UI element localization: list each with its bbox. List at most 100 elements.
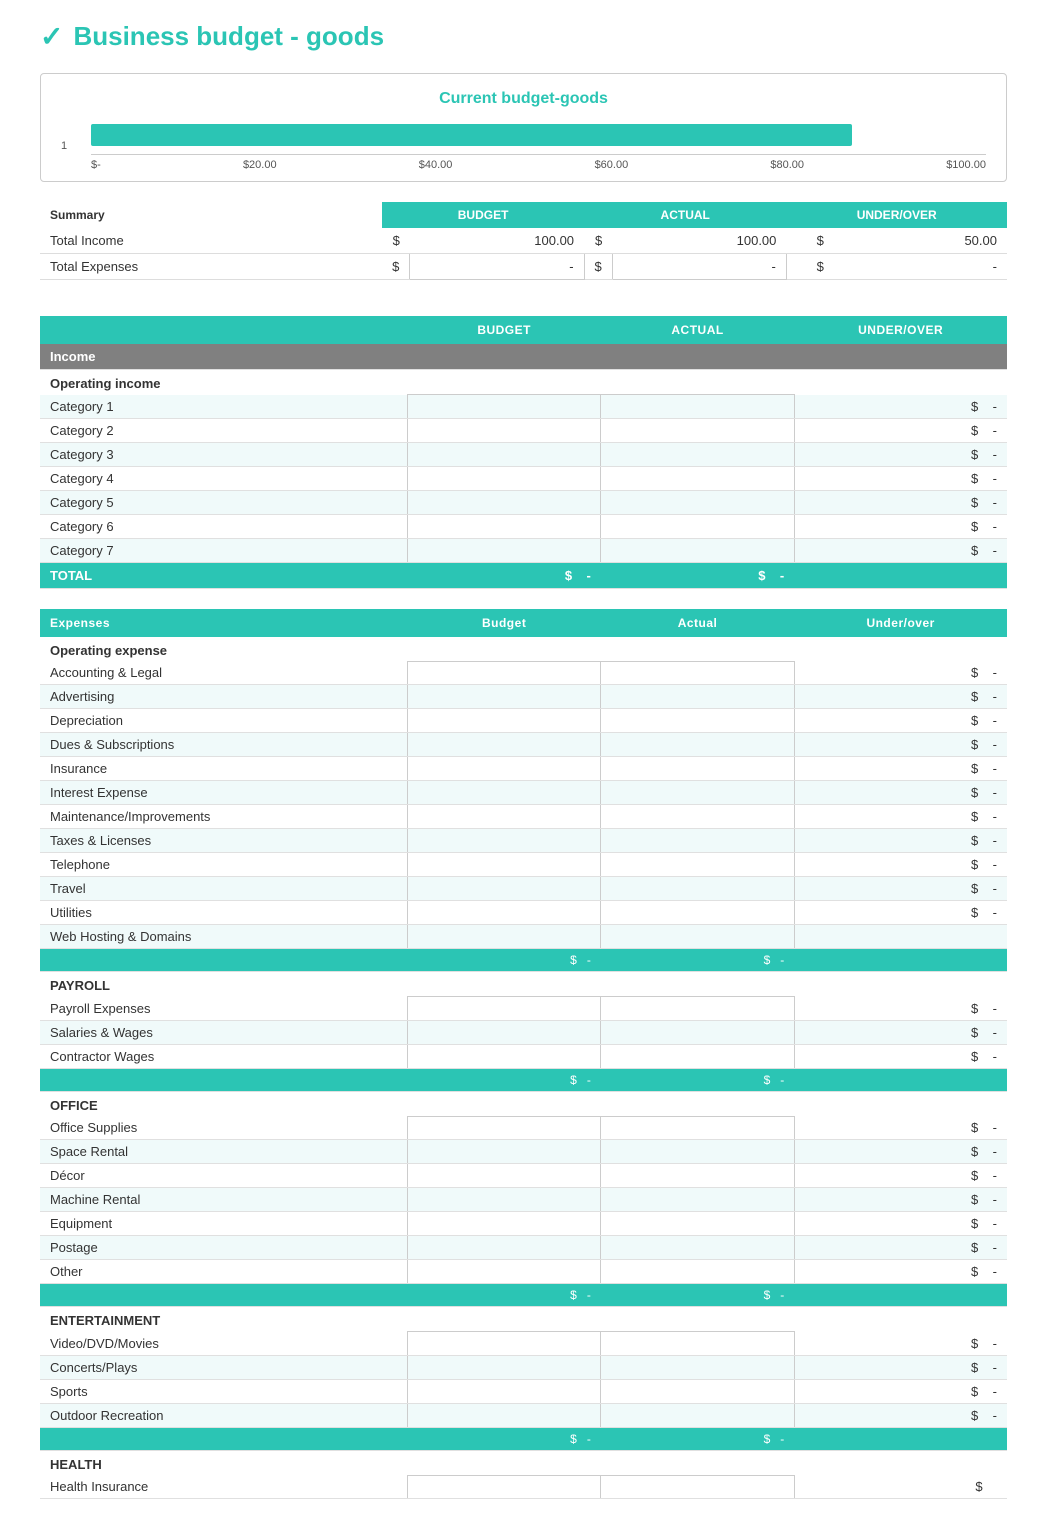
expense-machinerental-actual[interactable]	[601, 1188, 794, 1212]
expense-decor-budget[interactable]	[407, 1164, 600, 1188]
expense-contractorwages-label: Contractor Wages	[40, 1044, 407, 1068]
income-category-7-budget[interactable]	[407, 538, 600, 562]
expense-contractorwages-actual[interactable]	[601, 1044, 794, 1068]
office-subtotal-budget: $ -	[407, 1284, 600, 1307]
expense-equipment-label: Equipment	[40, 1212, 407, 1236]
income-category-2-budget[interactable]	[407, 418, 600, 442]
income-category-1-underover: $ -	[794, 395, 1007, 419]
expense-telephone-actual[interactable]	[601, 853, 794, 877]
income-category-row: Category 7 $ -	[40, 538, 1007, 562]
expense-taxes-budget[interactable]	[407, 829, 600, 853]
operating-subtotal-underover	[794, 949, 1007, 972]
income-section-label: Income	[40, 344, 1007, 370]
income-category-5-budget[interactable]	[407, 490, 600, 514]
expense-row: Health Insurance $	[40, 1475, 1007, 1499]
expense-accounting-actual[interactable]	[601, 661, 794, 685]
income-category-3-budget[interactable]	[407, 442, 600, 466]
expense-webhosting-actual[interactable]	[601, 925, 794, 949]
expense-outdoorrecreation-budget[interactable]	[407, 1403, 600, 1427]
expense-interest-actual[interactable]	[601, 781, 794, 805]
expense-spacerental-underover: $ -	[794, 1140, 1007, 1164]
income-category-1-actual[interactable]	[601, 395, 794, 419]
expense-machinerental-budget[interactable]	[407, 1188, 600, 1212]
expense-accounting-budget[interactable]	[407, 661, 600, 685]
expense-officesupplies-actual[interactable]	[601, 1116, 794, 1140]
income-category-3-underover: $ -	[794, 442, 1007, 466]
income-category-6-budget[interactable]	[407, 514, 600, 538]
expense-salaries-actual[interactable]	[601, 1020, 794, 1044]
chart-bar	[91, 124, 852, 146]
expense-utilities-budget[interactable]	[407, 901, 600, 925]
expense-maintenance-budget[interactable]	[407, 805, 600, 829]
expense-outdoorrecreation-actual[interactable]	[601, 1403, 794, 1427]
page-header: ✓ Business budget - goods	[40, 20, 1007, 53]
expense-postage-actual[interactable]	[601, 1236, 794, 1260]
income-category-4-budget[interactable]	[407, 466, 600, 490]
expense-sports-budget[interactable]	[407, 1379, 600, 1403]
expense-webhosting-budget[interactable]	[407, 925, 600, 949]
expense-travel-budget[interactable]	[407, 877, 600, 901]
income-category-7-underover: $ -	[794, 538, 1007, 562]
expense-decor-actual[interactable]	[601, 1164, 794, 1188]
health-header: HEALTH	[40, 1450, 1007, 1475]
expense-advertising-budget[interactable]	[407, 685, 600, 709]
office-header: OFFICE	[40, 1091, 1007, 1116]
expense-sports-actual[interactable]	[601, 1379, 794, 1403]
expense-officesupplies-budget[interactable]	[407, 1116, 600, 1140]
income-category-6-actual[interactable]	[601, 514, 794, 538]
expense-equipment-actual[interactable]	[601, 1212, 794, 1236]
income-total-actual: $ -	[601, 562, 794, 588]
expense-concerts-actual[interactable]	[601, 1355, 794, 1379]
expense-insurance-actual[interactable]	[601, 757, 794, 781]
expense-maintenance-actual[interactable]	[601, 805, 794, 829]
expense-dues-actual[interactable]	[601, 733, 794, 757]
expense-videodvd-actual[interactable]	[601, 1332, 794, 1356]
expense-dues-budget[interactable]	[407, 733, 600, 757]
income-category-3-actual[interactable]	[601, 442, 794, 466]
expense-utilities-actual[interactable]	[601, 901, 794, 925]
expense-travel-actual[interactable]	[601, 877, 794, 901]
expense-taxes-actual[interactable]	[601, 829, 794, 853]
x-label-3: $60.00	[595, 159, 629, 171]
income-category-4-label: Category 4	[40, 466, 407, 490]
expense-payrollexp-budget[interactable]	[407, 997, 600, 1021]
expense-healthinsurance-budget[interactable]	[407, 1475, 600, 1499]
expense-depreciation-actual[interactable]	[601, 709, 794, 733]
expense-concerts-budget[interactable]	[407, 1355, 600, 1379]
expense-salaries-budget[interactable]	[407, 1020, 600, 1044]
payroll-subtotal-actual: $ -	[601, 1068, 794, 1091]
income-category-1-budget[interactable]	[407, 395, 600, 419]
summary-expenses-actual-dollar: $	[584, 254, 612, 280]
expense-row: Payroll Expenses $ -	[40, 997, 1007, 1021]
expense-row: Outdoor Recreation $ -	[40, 1403, 1007, 1427]
expense-contractorwages-budget[interactable]	[407, 1044, 600, 1068]
expense-insurance-budget[interactable]	[407, 757, 600, 781]
expense-advertising-actual[interactable]	[601, 685, 794, 709]
expense-spacerental-budget[interactable]	[407, 1140, 600, 1164]
operating-expense-label: Operating expense	[40, 637, 1007, 662]
expense-postage-budget[interactable]	[407, 1236, 600, 1260]
expense-other-budget[interactable]	[407, 1260, 600, 1284]
expense-equipment-budget[interactable]	[407, 1212, 600, 1236]
income-col-label	[40, 316, 407, 344]
expense-payrollexp-actual[interactable]	[601, 997, 794, 1021]
expense-interest-budget[interactable]	[407, 781, 600, 805]
expense-other-actual[interactable]	[601, 1260, 794, 1284]
expense-videodvd-budget[interactable]	[407, 1332, 600, 1356]
income-category-7-actual[interactable]	[601, 538, 794, 562]
expense-telephone-budget[interactable]	[407, 853, 600, 877]
income-category-4-actual[interactable]	[601, 466, 794, 490]
expense-maintenance-underover: $ -	[794, 805, 1007, 829]
expense-officesupplies-underover: $ -	[794, 1116, 1007, 1140]
summary-row-expenses: Total Expenses $ - $ - $ -	[40, 254, 1007, 280]
income-category-2-actual[interactable]	[601, 418, 794, 442]
income-category-5-actual[interactable]	[601, 490, 794, 514]
income-category-6-underover: $ -	[794, 514, 1007, 538]
expense-videodvd-label: Video/DVD/Movies	[40, 1332, 407, 1356]
expense-healthinsurance-actual[interactable]	[601, 1475, 794, 1499]
expense-depreciation-budget[interactable]	[407, 709, 600, 733]
income-total-row: TOTAL $ - $ -	[40, 562, 1007, 588]
expense-spacerental-actual[interactable]	[601, 1140, 794, 1164]
payroll-subtotal-empty	[40, 1068, 407, 1091]
summary-table: Summary BUDGET ACTUAL UNDER/OVER Total I…	[40, 202, 1007, 280]
